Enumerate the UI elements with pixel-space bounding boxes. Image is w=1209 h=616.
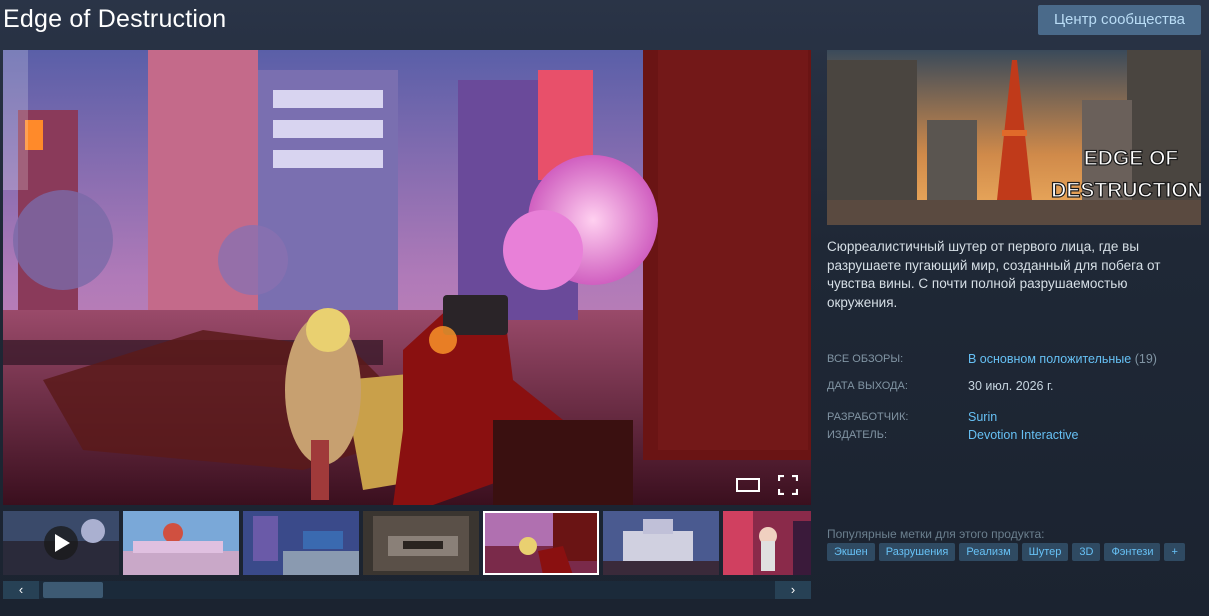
fullscreen-icon[interactable]: [778, 475, 798, 495]
reviews-summary-link[interactable]: В основном положительные: [968, 352, 1131, 366]
game-title: Edge of Destruction: [3, 5, 227, 33]
thumbnail-6[interactable]: [603, 511, 719, 575]
developer-link[interactable]: Surin: [968, 410, 997, 424]
tags-list: Экшен Разрушения Реализм Шутер 3D Фэнтез…: [827, 543, 1185, 561]
developer-label: РАЗРАБОТЧИК:: [827, 411, 909, 423]
release-date-label: ДАТА ВЫХОДА:: [827, 380, 908, 392]
widescreen-icon[interactable]: [736, 478, 760, 492]
thumbnail-4[interactable]: [363, 511, 479, 575]
tag-more-button[interactable]: +: [1164, 543, 1185, 561]
chevron-right-icon[interactable]: ›: [775, 581, 811, 599]
tag-shooter[interactable]: Шутер: [1021, 543, 1069, 561]
scrollbar-handle[interactable]: [43, 582, 103, 598]
screenshot-scene: [3, 50, 811, 505]
tag-fantasy[interactable]: Фэнтези: [1104, 543, 1161, 561]
reviews-value: В основном положительные (19): [968, 352, 1157, 366]
game-description: Сюрреалистичный шутер от первого лица, г…: [827, 239, 1161, 310]
tag-action[interactable]: Экшен: [827, 543, 875, 561]
chevron-left-icon[interactable]: ‹: [3, 581, 39, 599]
tags-label: Популярные метки для этого продукта:: [827, 527, 1045, 541]
tag-destruction[interactable]: Разрушения: [878, 543, 956, 561]
reviews-count: (19): [1134, 352, 1157, 366]
header-logo-line-2: DESTRUCTION: [1051, 179, 1201, 202]
community-hub-button[interactable]: Центр сообщества: [1038, 5, 1201, 35]
thumbnail-7[interactable]: [723, 511, 811, 575]
main-screenshot[interactable]: [3, 50, 811, 505]
thumbnail-3[interactable]: [243, 511, 359, 575]
thumbnail-video[interactable]: [3, 511, 119, 575]
tag-3d[interactable]: 3D: [1072, 543, 1101, 561]
thumbnail-5-selected[interactable]: [483, 511, 599, 575]
thumbnail-strip: [3, 510, 811, 577]
publisher-link[interactable]: Devotion Interactive: [968, 428, 1078, 442]
game-header-image: EDGE OF DESTRUCTION: [827, 50, 1201, 225]
tag-realism[interactable]: Реализм: [959, 543, 1018, 561]
thumbnail-2[interactable]: [123, 511, 239, 575]
publisher-label: ИЗДАТЕЛЬ:: [827, 429, 888, 441]
release-date-value: 30 июл. 2026 г.: [968, 379, 1054, 393]
thumbnail-scrollbar[interactable]: ‹ ›: [3, 581, 811, 599]
reviews-label: ВСЕ ОБЗОРЫ:: [827, 353, 904, 365]
header-logo-line-1: EDGE OF: [1084, 147, 1179, 170]
